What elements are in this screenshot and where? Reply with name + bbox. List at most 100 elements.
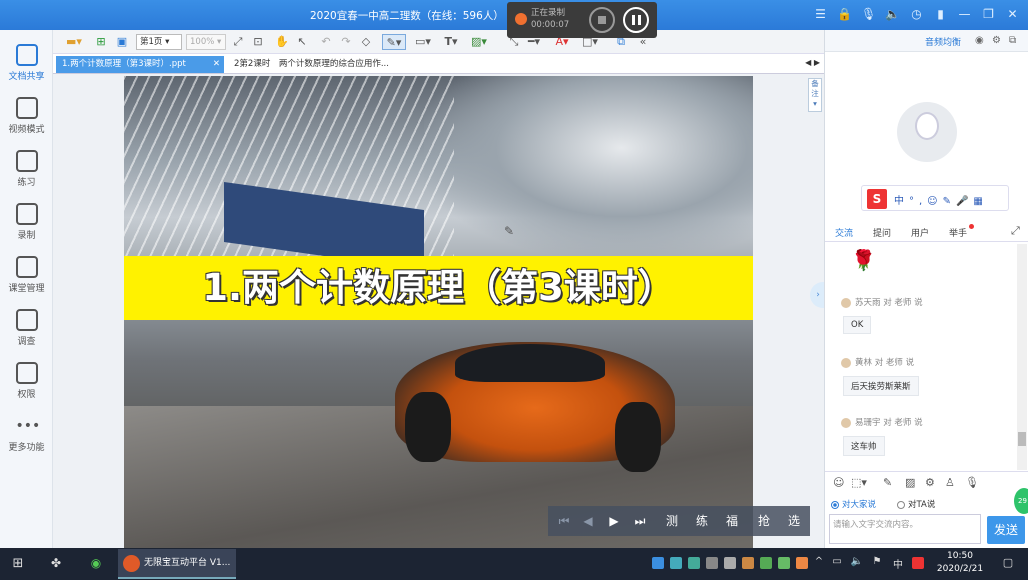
zoom-selector[interactable]: 100% ▾ — [186, 34, 226, 50]
sogou-tray-icon[interactable] — [912, 557, 924, 569]
chat-settings-icon[interactable]: ⚙ — [925, 476, 935, 489]
tray-icon-2[interactable] — [670, 557, 682, 569]
fit-screen-icon[interactable]: ⤢ — [230, 34, 246, 50]
rectangle-tool-icon[interactable]: ▭▾ — [412, 34, 434, 50]
taskbar-clock[interactable]: 10:50 2020/2/21 — [930, 550, 990, 576]
class-manage-icon — [15, 256, 38, 278]
lock-icon[interactable]: 🔒 — [837, 6, 852, 22]
close-icon[interactable]: ✕ — [1005, 6, 1020, 22]
restore-icon[interactable]: ❐ — [981, 6, 996, 22]
settings-icon[interactable]: ⚙ — [992, 35, 1001, 46]
tab-raise-hand[interactable]: 举手 — [949, 226, 967, 239]
undo-icon[interactable]: ↶ — [318, 34, 334, 50]
open-folder-icon[interactable]: ▬▾ — [63, 34, 85, 50]
stop-recording-button[interactable] — [589, 7, 615, 33]
tab-document-1[interactable]: 1.两个计数原理（第3课时）.ppt ✕ — [56, 56, 224, 73]
pause-recording-button[interactable] — [623, 7, 649, 33]
minimize-icon[interactable]: — — [957, 6, 972, 22]
camera-icon[interactable]: ◉ — [975, 35, 984, 46]
redo-icon[interactable]: ↷ — [338, 34, 354, 50]
fit-page-icon[interactable]: ⊡ — [250, 34, 266, 50]
tray-expand-icon[interactable]: ^ — [812, 556, 826, 572]
clock-date: 2020/2/21 — [936, 564, 984, 574]
radio-all[interactable]: 对大家说 — [831, 498, 876, 510]
tab-chat[interactable]: 交流 — [835, 226, 853, 239]
chat-popout-icon[interactable]: ⤢ — [1011, 224, 1020, 238]
flag-icon[interactable]: ⚑ — [870, 556, 884, 572]
picture-icon[interactable]: ▨ — [905, 476, 915, 489]
sidebar-item-record[interactable]: 录制 — [0, 203, 53, 241]
last-slide-icon[interactable]: ⏭ — [632, 512, 648, 530]
app-pinwheel-icon[interactable]: ✤ — [48, 556, 64, 572]
tab-questions[interactable]: 提问 — [873, 226, 891, 239]
sidebar-item-exercise[interactable]: 练习 — [0, 150, 53, 188]
recording-dot-icon — [515, 13, 527, 25]
add-document-icon[interactable]: ⊞ — [93, 34, 109, 50]
sidebar-item-more[interactable]: ••• 更多功能 — [0, 415, 53, 453]
tray-icon-1[interactable] — [652, 557, 664, 569]
mic-icon[interactable]: 🎙 — [861, 6, 876, 22]
sogou-logo-icon[interactable]: S — [867, 189, 887, 209]
speaker-icon[interactable]: 🔈 — [885, 6, 900, 22]
practice-button[interactable]: 练 — [694, 512, 710, 530]
user-avatar-icon — [841, 417, 851, 428]
page-selector[interactable]: 第1页 ▾ — [136, 34, 182, 50]
eraser-icon[interactable]: ◇ — [358, 34, 374, 50]
sidebar-item-class-manage[interactable]: 课堂管理 — [0, 256, 53, 294]
screenshot-tool-icon[interactable]: ⬚▾ — [851, 476, 867, 489]
network-icon[interactable]: ▭ — [830, 556, 844, 572]
radio-ta[interactable]: 对TA说 — [897, 498, 935, 510]
bonus-button[interactable]: 福 — [724, 512, 740, 530]
sidebar-item-survey[interactable]: 调查 — [0, 309, 53, 347]
tab-close-icon[interactable]: ✕ — [213, 56, 220, 73]
tray-icon-6[interactable] — [742, 557, 754, 569]
audio-balance-link[interactable]: 音频均衡 — [925, 35, 961, 48]
menu-icon[interactable]: ☰ — [813, 6, 828, 22]
scrollbar-thumb[interactable] — [1018, 432, 1026, 446]
send-button[interactable]: 发送 — [987, 516, 1025, 544]
taskbar-app-wuxianbao[interactable]: 无限宝互动平台 V1... — [118, 549, 236, 579]
tab-users[interactable]: 用户 — [911, 226, 929, 239]
tray-icon-3[interactable] — [688, 557, 700, 569]
quiz-button[interactable]: 测 — [664, 512, 680, 530]
emoji-icon[interactable]: ☺ — [833, 476, 844, 489]
signal-icon[interactable]: ▮ — [933, 6, 948, 22]
pen-tool-icon[interactable]: ✎▾ — [382, 34, 406, 50]
chat-mic-icon[interactable]: 🎙 — [965, 476, 979, 489]
volume-icon[interactable]: 🔈 — [850, 556, 864, 572]
popout-icon[interactable]: ⧉ — [1009, 35, 1016, 46]
notification-icon[interactable]: ▢ — [1000, 556, 1016, 572]
sidebar-item-video-mode[interactable]: 视频模式 — [0, 97, 53, 135]
clock-icon[interactable]: ◷ — [909, 6, 924, 22]
windows-start-icon[interactable]: ⊞ — [10, 556, 26, 572]
edit-icon[interactable]: ✎ — [883, 476, 892, 489]
sidebar-item-doc-share[interactable]: 文档共享 — [0, 44, 53, 82]
pointer-tool-icon[interactable]: ↖ — [294, 34, 310, 50]
notes-button[interactable]: 备注 ▾ — [808, 78, 822, 112]
taskbar: ⊞ ✤ ◉ 无限宝互动平台 V1... ^ ▭ 🔈 ⚑ 中 10:50 2020… — [0, 548, 1028, 580]
tray-icon-9[interactable] — [796, 557, 808, 569]
image-tool-icon[interactable]: ▨▾ — [468, 34, 490, 50]
play-icon[interactable]: ▶ — [606, 512, 622, 530]
select-button[interactable]: 选 — [786, 512, 802, 530]
tray-icon-4[interactable] — [706, 557, 718, 569]
tray-icon-8[interactable] — [778, 557, 790, 569]
text-tool-icon[interactable]: T▾ — [440, 34, 462, 50]
first-slide-icon[interactable]: ⏮ — [556, 512, 572, 530]
chat-scrollbar[interactable] — [1017, 244, 1027, 470]
tab-document-2[interactable]: 2第2课时 两个计数原理的综合应用作... — [228, 56, 395, 73]
grab-button[interactable]: 抢 — [756, 512, 772, 530]
save-icon[interactable]: ▣ — [114, 34, 130, 50]
prev-slide-icon[interactable]: ◀ — [580, 512, 596, 530]
floating-widget[interactable]: 29 — [1014, 488, 1028, 514]
sidebar-item-permission[interactable]: 权限 — [0, 362, 53, 400]
app-green-icon[interactable]: ◉ — [88, 556, 104, 572]
ime-tools[interactable]: 中°,☺✎🎤▦ — [894, 192, 988, 207]
tray-icon-5[interactable] — [724, 557, 736, 569]
ime-indicator[interactable]: 中 — [890, 556, 906, 572]
tray-icon-7[interactable] — [760, 557, 772, 569]
hand-tool-icon[interactable]: ✋ — [274, 34, 290, 50]
tab-scroll-icon[interactable]: ◀ ▶ — [805, 58, 820, 67]
user-filter-icon[interactable]: ♙ — [945, 476, 955, 489]
chat-input[interactable]: 请输入文字交流内容。 — [829, 514, 981, 544]
